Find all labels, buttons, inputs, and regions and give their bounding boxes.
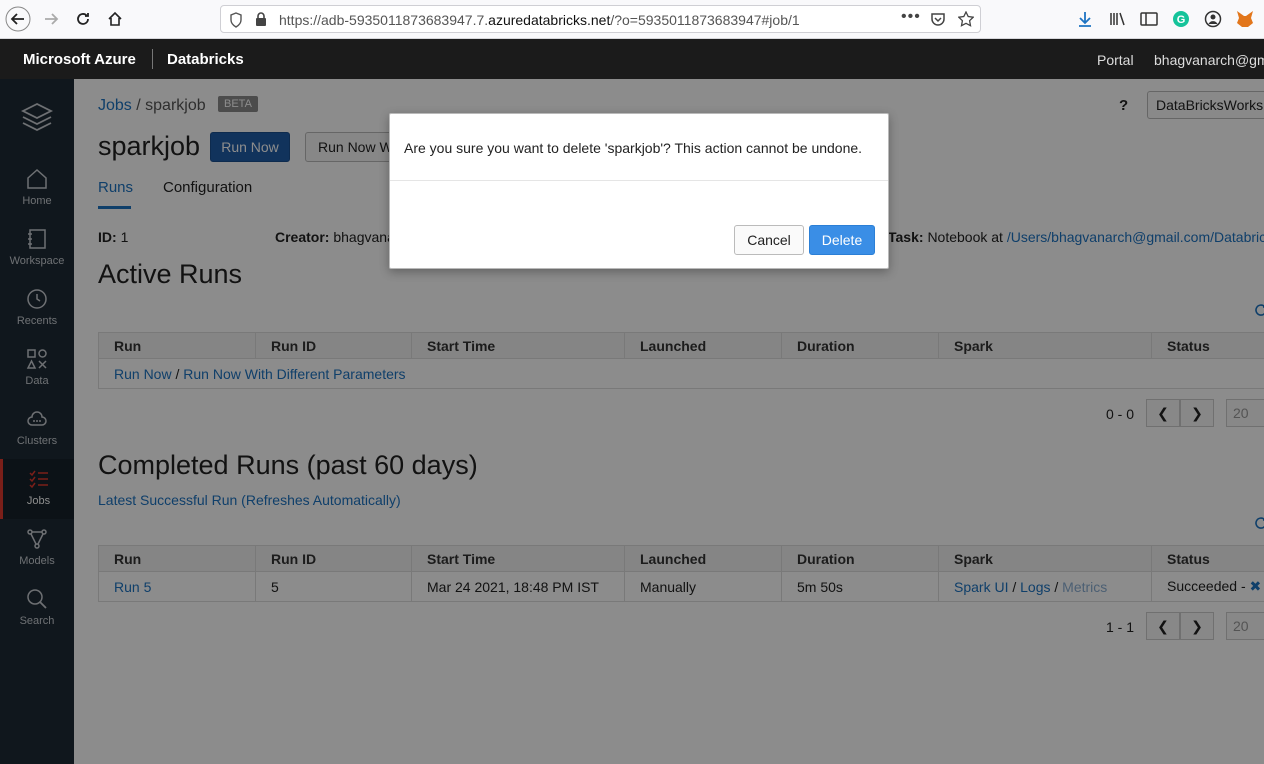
address-bar[interactable]: https://adb-5935011873683947.7.azuredata… [220,5,981,33]
pocket-icon[interactable] [930,12,946,27]
back-button[interactable] [5,6,31,32]
account-icon [1204,10,1222,28]
metamask-extension[interactable] [1234,8,1256,30]
reload-button[interactable] [70,6,96,32]
back-arrow-icon [5,6,31,32]
product-name[interactable]: Databricks [167,51,244,68]
library-button[interactable] [1106,8,1128,30]
bookmark-star-icon[interactable] [958,11,974,27]
cancel-button[interactable]: Cancel [734,225,804,255]
reload-icon [77,13,89,25]
sidebar-icon [1140,12,1158,26]
dialog-message: Are you sure you want to delete 'sparkjo… [404,140,863,156]
shield-icon [230,12,242,28]
svg-text:G: G [1177,14,1186,26]
account-button[interactable] [1202,8,1224,30]
home-icon [108,11,122,26]
sidebar-toggle-button[interactable] [1138,8,1160,30]
forward-arrow-icon [45,13,59,25]
azure-header: Microsoft Azure Databricks Portal bhagva… [0,39,1264,79]
download-icon [1079,12,1091,27]
header-divider [152,49,153,69]
azure-brand[interactable]: Microsoft Azure [23,51,136,68]
more-actions-icon[interactable]: ••• [901,8,921,26]
lock-icon [256,12,266,26]
dialog-divider [390,180,888,181]
downloads-button[interactable] [1074,8,1096,30]
forward-button[interactable] [38,6,64,32]
delete-confirm-dialog: Are you sure you want to delete 'sparkjo… [389,113,889,269]
grammarly-extension[interactable]: G [1170,8,1192,30]
portal-link[interactable]: Portal [1097,52,1134,68]
delete-button[interactable]: Delete [809,225,875,255]
library-icon [1110,12,1125,26]
fox-icon [1237,11,1253,27]
url-text: https://adb-5935011873683947.7.azuredata… [279,12,800,28]
browser-toolbar: https://adb-5935011873683947.7.azuredata… [0,0,1264,39]
home-button[interactable] [102,6,128,32]
grammarly-icon: G [1173,11,1189,27]
user-menu[interactable]: bhagvanarch@gm [1154,52,1264,68]
